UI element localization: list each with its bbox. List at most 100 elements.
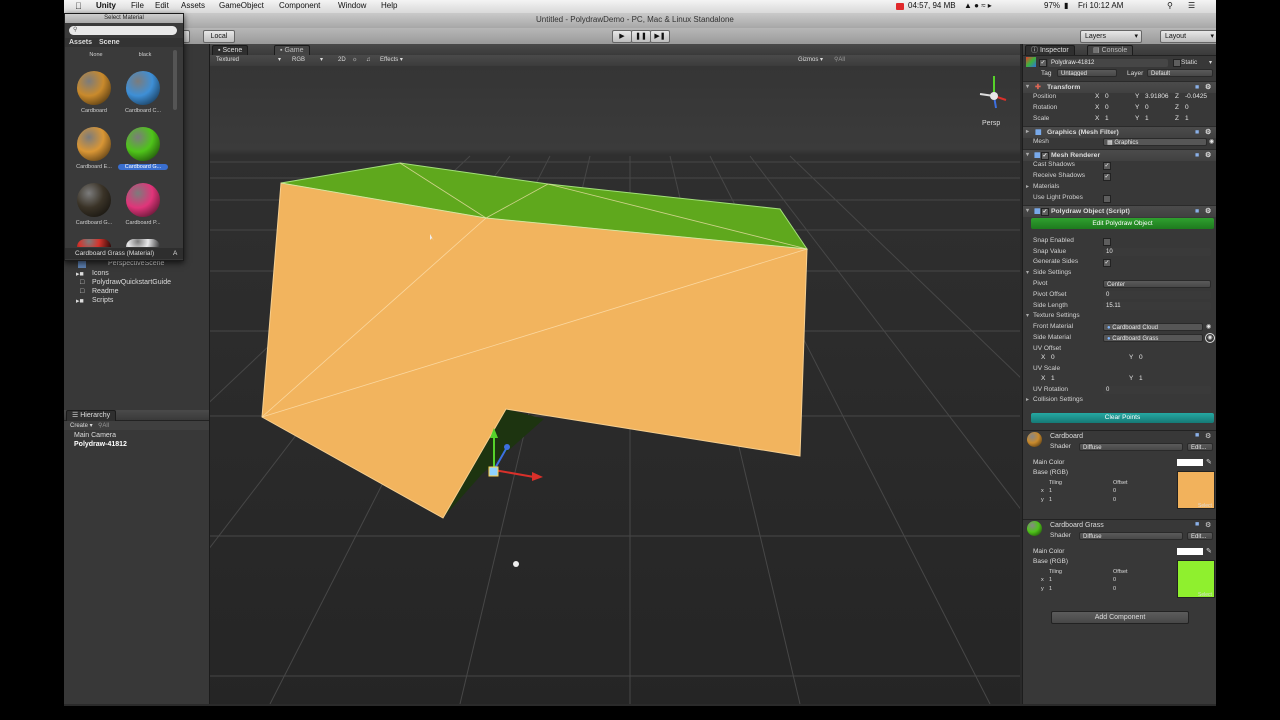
offset-y-field[interactable]: 0: [1113, 497, 1116, 503]
2d-toggle[interactable]: 2D: [338, 55, 346, 66]
tab-scene[interactable]: Scene: [99, 39, 120, 46]
gear-icon[interactable]: ⚙: [1205, 432, 1211, 440]
static-checkbox[interactable]: [1173, 59, 1181, 67]
foldout-icon[interactable]: ▾: [1026, 311, 1029, 321]
texture-settings-row[interactable]: ▾ Texture Settings: [1023, 311, 1216, 321]
notification-icon[interactable]: ☰: [1188, 1, 1195, 10]
transform-x-field[interactable]: 0: [1105, 103, 1109, 113]
menu-gameobject[interactable]: GameObject: [219, 1, 264, 10]
material-thumbnail[interactable]: [77, 239, 111, 247]
transform-x-field[interactable]: 0: [1105, 92, 1109, 102]
step-button[interactable]: ▶❚: [650, 30, 670, 43]
app-menu[interactable]: Unity: [96, 1, 116, 10]
menu-file[interactable]: File: [131, 1, 144, 10]
scene-search[interactable]: ⚲All: [834, 55, 845, 66]
select-texture-button[interactable]: Select: [1198, 503, 1212, 509]
scene-orientation-gizmo[interactable]: [979, 76, 1007, 109]
offset-x-field[interactable]: 0: [1113, 488, 1116, 494]
snap-enabled-checkbox[interactable]: [1103, 238, 1111, 246]
record-icon[interactable]: [896, 3, 904, 10]
foldout-icon[interactable]: ▾: [1026, 206, 1029, 217]
render-mode-dropdown[interactable]: Textured: [216, 55, 239, 66]
object-picker-icon[interactable]: ◉: [1209, 137, 1214, 147]
pivot-dropdown[interactable]: Center: [1103, 280, 1211, 288]
tag-dropdown[interactable]: Untagged: [1057, 69, 1117, 77]
shader-dropdown[interactable]: Diffuse: [1079, 443, 1183, 451]
battery-icon[interactable]: ▮: [1064, 1, 1068, 10]
cast-shadows-checkbox[interactable]: ✓: [1103, 162, 1111, 170]
menu-help[interactable]: Help: [381, 1, 397, 10]
material-thumbnail[interactable]: [77, 127, 111, 161]
tab-game-view[interactable]: ▪ Game: [274, 45, 310, 55]
clear-points-button[interactable]: Clear Points: [1031, 413, 1214, 423]
tiling-x-field[interactable]: 1: [1049, 577, 1052, 583]
scene-canvas[interactable]: [210, 66, 1020, 704]
mesh-field[interactable]: ▦ Graphics: [1103, 138, 1207, 146]
gizmos-dropdown[interactable]: Gizmos ▾: [798, 55, 823, 66]
transform-z-field[interactable]: 0: [1185, 103, 1189, 113]
object-picker-icon[interactable]: ◉: [1206, 322, 1211, 332]
effects-dropdown[interactable]: Effects ▾: [380, 55, 403, 66]
menu-window[interactable]: Window: [338, 1, 366, 10]
material-label[interactable]: Cardboard G...: [69, 220, 119, 226]
pause-button[interactable]: ❚❚: [631, 30, 651, 43]
apple-icon[interactable]: : [75, 1, 82, 11]
material-thumbnail[interactable]: [126, 71, 160, 105]
tab-inspector[interactable]: ⓘ Inspector: [1025, 45, 1075, 55]
polydraw-enabled-checkbox[interactable]: ✓: [1041, 208, 1049, 216]
materials-row[interactable]: ▸ Materials: [1023, 182, 1216, 192]
clock[interactable]: Fri 10:12 AM: [1078, 1, 1123, 10]
side-length-field[interactable]: 15.11: [1103, 302, 1211, 310]
local-toggle[interactable]: Local: [203, 30, 235, 43]
add-component-button[interactable]: Add Component: [1051, 611, 1189, 624]
material-label[interactable]: Cardboard C...: [118, 108, 168, 114]
material-none[interactable]: None: [71, 52, 121, 58]
gear-icon[interactable]: ⚙: [1205, 521, 1211, 529]
layout-dropdown[interactable]: Layout ▾: [1160, 30, 1216, 43]
material-black[interactable]: black: [120, 52, 170, 58]
transform-z-field[interactable]: 1: [1185, 114, 1189, 124]
transform-x-field[interactable]: 1: [1105, 114, 1109, 124]
shader-dropdown[interactable]: Diffuse: [1079, 532, 1183, 540]
color-mode-dropdown[interactable]: RGB: [292, 55, 305, 66]
material-thumbnail[interactable]: [77, 71, 111, 105]
offset-y-field[interactable]: 0: [1113, 586, 1116, 592]
edit-shader-button[interactable]: Edit...: [1187, 532, 1213, 540]
material-thumbnail[interactable]: [77, 183, 111, 217]
material-label[interactable]: Cardboard E...: [69, 164, 119, 170]
edit-shader-button[interactable]: Edit...: [1187, 443, 1213, 451]
uv-rotation-field[interactable]: 0: [1103, 386, 1211, 394]
tiling-x-field[interactable]: 1: [1049, 488, 1052, 494]
side-material-field[interactable]: ● Cardboard Grass: [1103, 334, 1203, 342]
uv-scale-y[interactable]: 1: [1139, 374, 1143, 384]
object-name-field[interactable]: Polydraw-41812: [1048, 59, 1168, 67]
tiling-y-field[interactable]: 1: [1049, 586, 1052, 592]
audio-icon[interactable]: ♫: [366, 55, 371, 66]
help-icon[interactable]: ■: [1195, 432, 1199, 439]
light-icon[interactable]: [513, 561, 519, 567]
transform-y-field[interactable]: 3.91806: [1145, 92, 1169, 102]
uv-offset-x[interactable]: 0: [1051, 353, 1055, 363]
foldout-icon[interactable]: ▸: [1026, 182, 1029, 192]
side-settings-row[interactable]: ▾ Side Settings: [1023, 268, 1216, 278]
picker-scrollbar[interactable]: [173, 50, 177, 110]
tab-assets[interactable]: Assets: [69, 39, 92, 46]
hierarchy-item-polydraw[interactable]: Polydraw-41812: [74, 441, 127, 448]
project-item-perspectivescene[interactable]: PerspectiveScene: [108, 260, 164, 267]
transform-y-field[interactable]: 0: [1145, 103, 1149, 113]
chevron-down-icon[interactable]: ▾: [1209, 59, 1212, 66]
help-icon[interactable]: ■: [1195, 206, 1199, 217]
layer-dropdown[interactable]: Default: [1147, 69, 1213, 77]
mesh-renderer-enabled-checkbox[interactable]: ✓: [1041, 152, 1049, 160]
main-color-swatch[interactable]: [1177, 459, 1203, 466]
uv-offset-y[interactable]: 0: [1139, 353, 1143, 363]
tab-console[interactable]: ▤ Console: [1087, 45, 1134, 55]
tiling-y-field[interactable]: 1: [1049, 497, 1052, 503]
front-material-field[interactable]: ● Cardboard Cloud: [1103, 323, 1203, 331]
pivot-offset-field[interactable]: 0: [1103, 291, 1211, 299]
generate-sides-checkbox[interactable]: ✓: [1103, 259, 1111, 267]
select-texture-button[interactable]: Select: [1198, 592, 1212, 598]
gear-icon[interactable]: ⚙: [1205, 206, 1211, 217]
scene-viewport[interactable]: Persp: [210, 66, 1020, 704]
material-label[interactable]: Cardboard G...: [118, 164, 168, 170]
